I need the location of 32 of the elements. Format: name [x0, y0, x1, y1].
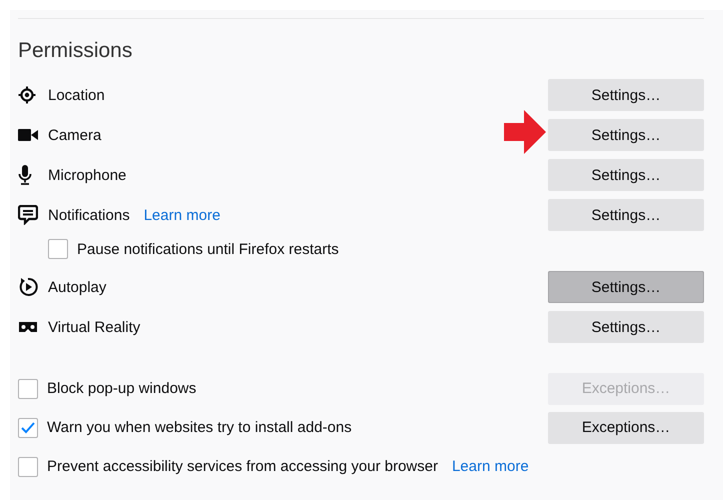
settings-button[interactable]: Settings…	[548, 199, 704, 231]
settings-button[interactable]: Settings…	[548, 79, 704, 111]
location-target-icon	[18, 86, 36, 104]
checkbox-label: Pause notifications until Firefox restarts	[77, 240, 339, 258]
exceptions-button[interactable]: Exceptions…	[548, 412, 704, 444]
checkbox-label: Prevent accessibility services from accessing your browser	[47, 458, 438, 475]
permission-label: Notifications	[48, 206, 130, 224]
vr-headset-icon	[18, 321, 38, 333]
arrow-annotation	[504, 110, 546, 154]
settings-button[interactable]: Settings…	[548, 119, 704, 151]
permission-label: Camera	[48, 126, 102, 144]
learn-more-link[interactable]: Learn more	[452, 458, 529, 475]
checkbox[interactable]	[18, 378, 38, 398]
settings-button[interactable]: Settings…	[548, 159, 704, 191]
autoplay-icon	[18, 277, 38, 297]
permission-label: Autoplay	[48, 278, 106, 296]
checkbox[interactable]	[18, 418, 38, 438]
settings-button[interactable]: Settings…	[548, 311, 704, 343]
permission-label: Virtual Reality	[48, 318, 140, 336]
permission-label: Location	[48, 86, 105, 104]
learn-more-link[interactable]: Learn more	[144, 206, 220, 224]
checkbox-label: Warn you when websites try to install add-ons	[47, 419, 352, 436]
microphone-icon	[18, 165, 32, 185]
section-heading: Permissions	[18, 39, 134, 63]
checkbox[interactable]	[48, 239, 68, 259]
permission-label: Microphone	[48, 166, 126, 184]
settings-button[interactable]: Settings…	[548, 271, 704, 303]
checkbox-label: Block pop-up windows	[47, 380, 196, 397]
checkbox[interactable]	[18, 456, 38, 476]
checkmark-icon	[21, 422, 35, 434]
video-camera-icon	[18, 128, 38, 142]
speech-bubble-icon	[18, 205, 38, 225]
